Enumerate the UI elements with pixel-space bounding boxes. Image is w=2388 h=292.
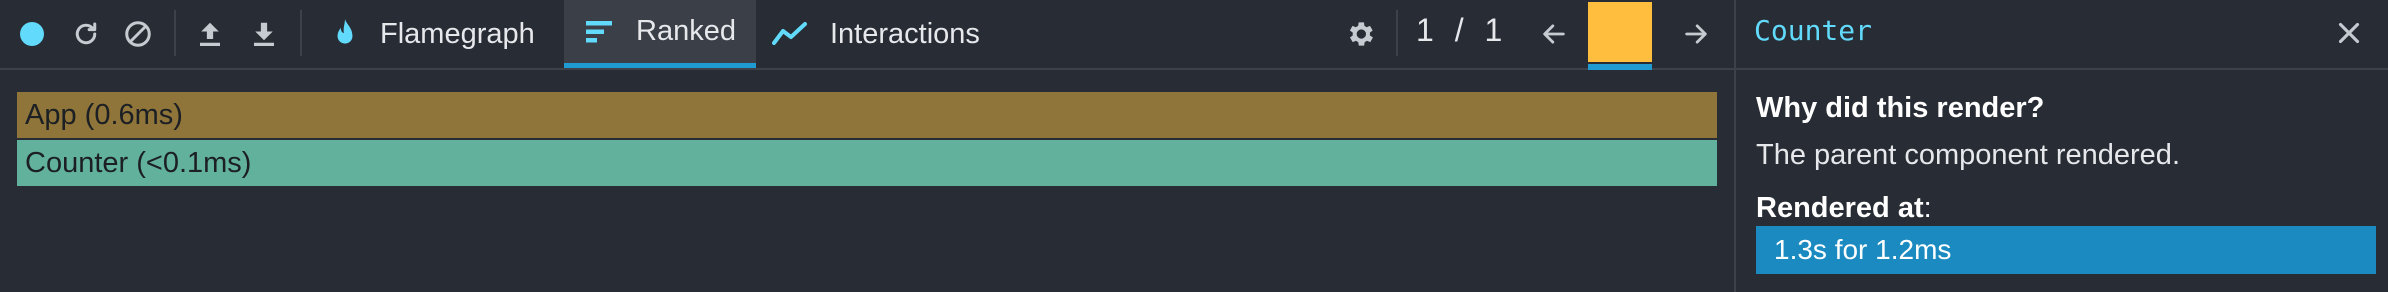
gear-icon	[1349, 22, 1373, 46]
tab-ranked[interactable]: Ranked	[564, 0, 756, 68]
ranked-bar-label: App (0.6ms)	[25, 98, 183, 131]
tab-flamegraph[interactable]: Flamegraph	[320, 0, 552, 68]
load-profile-button[interactable]	[190, 14, 230, 54]
download-icon	[254, 22, 274, 46]
commit-bar[interactable]	[1588, 2, 1652, 62]
tab-flamegraph-label: Flamegraph	[380, 17, 535, 50]
tab-interactions[interactable]: Interactions	[772, 0, 1012, 68]
record-dot-icon	[20, 22, 44, 46]
interactions-icon	[772, 21, 808, 47]
sidebar-header: Counter	[1736, 0, 2388, 70]
toolbar-divider	[300, 10, 302, 56]
selected-component-name: Counter	[1754, 14, 1873, 47]
arrow-left-icon	[1543, 24, 1565, 44]
selected-fiber-sidebar: Counter Why did this render? The parent …	[1734, 0, 2388, 292]
ranked-chart: App (0.6ms) Counter (<0.1ms)	[0, 70, 1734, 292]
ranked-bar-label: Counter (<0.1ms)	[25, 146, 252, 179]
reload-and-profile-button[interactable]	[66, 14, 106, 54]
rendered-at-item[interactable]: 1.3s for 1.2ms	[1756, 226, 2376, 274]
record-button[interactable]	[14, 16, 50, 52]
upload-icon	[200, 22, 220, 46]
why-render-heading: Why did this render?	[1756, 92, 2045, 124]
flame-icon	[332, 18, 358, 50]
tab-interactions-label: Interactions	[830, 17, 980, 50]
next-commit-button[interactable]	[1676, 14, 1716, 54]
toolbar-divider	[1396, 10, 1398, 56]
close-icon	[2338, 22, 2360, 44]
clear-profile-button[interactable]	[118, 14, 158, 54]
ranked-icon	[586, 19, 614, 45]
close-sidebar-button[interactable]	[2332, 16, 2366, 50]
rendered-at-heading: Rendered at:	[1756, 192, 1932, 225]
arrow-right-icon	[1685, 24, 1707, 44]
profiler-main: Flamegraph Ranked Interactions 1 / 1 App…	[0, 0, 1734, 292]
profiler-toolbar: Flamegraph Ranked Interactions 1 / 1	[0, 0, 1734, 70]
rendered-at-label: Rendered at	[1756, 192, 1924, 224]
why-render-reason: The parent component rendered.	[1756, 139, 2180, 171]
settings-button[interactable]	[1340, 14, 1380, 54]
commit-counter: 1 / 1	[1416, 12, 1509, 48]
ranked-bar-counter[interactable]: Counter (<0.1ms)	[17, 140, 1717, 186]
rendered-at-item-label: 1.3s for 1.2ms	[1774, 234, 1952, 265]
tab-ranked-label: Ranked	[636, 15, 736, 47]
clear-icon	[125, 21, 151, 47]
previous-commit-button[interactable]	[1534, 14, 1574, 54]
reload-icon	[75, 22, 97, 45]
save-profile-button[interactable]	[244, 14, 284, 54]
profiler-app: Flamegraph Ranked Interactions 1 / 1 App…	[0, 0, 2388, 292]
ranked-bar-app[interactable]: App (0.6ms)	[17, 92, 1717, 138]
toolbar-divider	[174, 10, 176, 56]
rendered-at-colon: :	[1923, 192, 1932, 224]
